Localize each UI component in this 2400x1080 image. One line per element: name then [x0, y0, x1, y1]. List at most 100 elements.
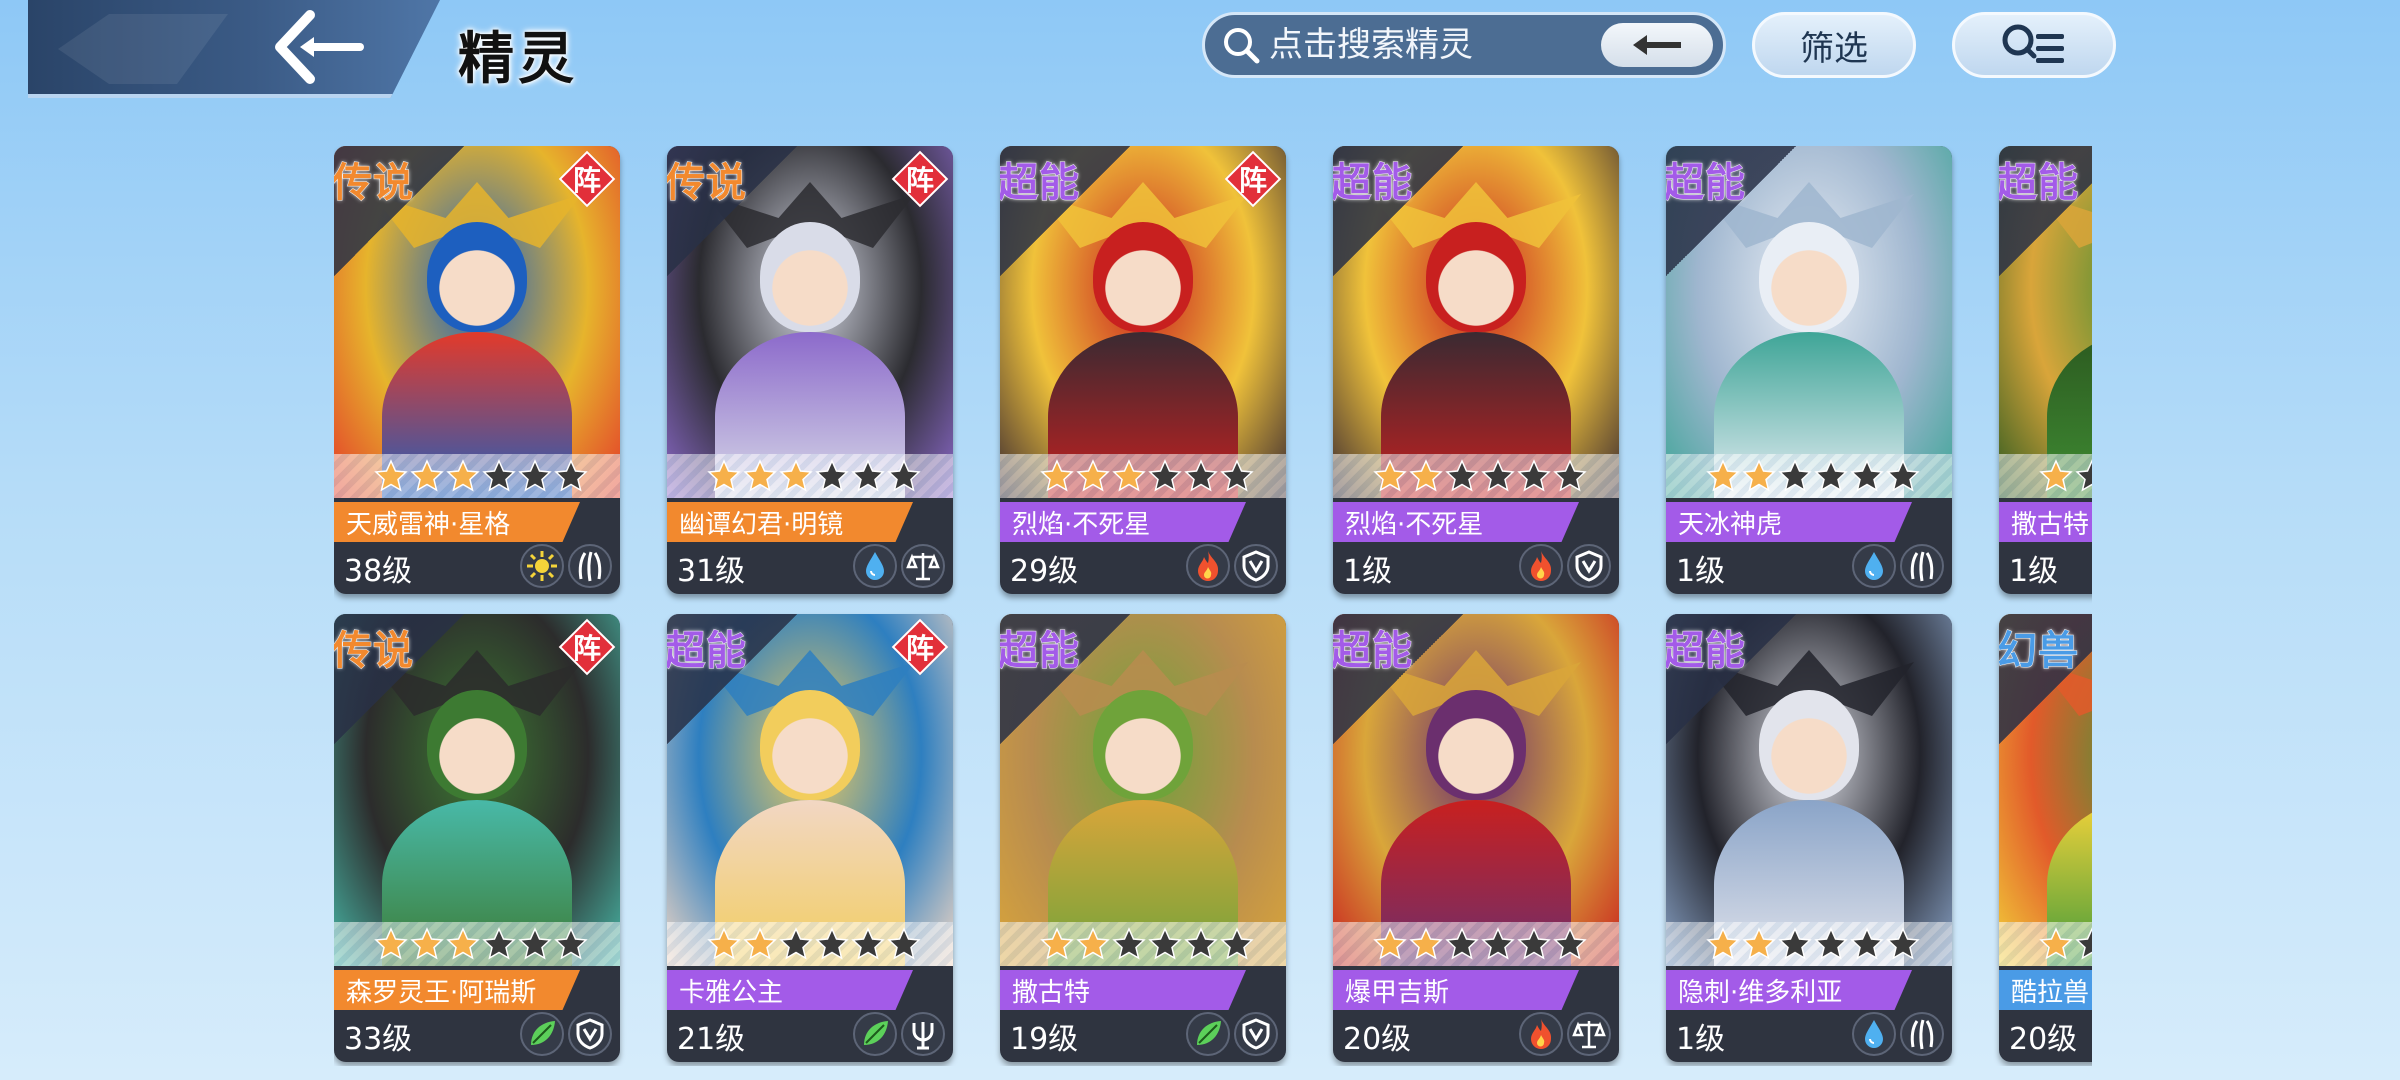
- filter-button[interactable]: 筛选: [1752, 12, 1916, 78]
- star-rating: [1999, 454, 2092, 498]
- water-icon: [1852, 1012, 1896, 1056]
- formation-badge: 阵: [558, 150, 616, 208]
- claw-icon: [1900, 1012, 1944, 1056]
- spirit-card[interactable]: 传说 阵 天威雷神·星格 38级: [334, 146, 620, 594]
- claw-icon: [568, 544, 612, 588]
- shield-icon: [1234, 1012, 1278, 1056]
- spirit-name: 天冰神虎: [1666, 502, 1912, 542]
- spirit-name: 撒古特: [1000, 970, 1246, 1010]
- spirit-card[interactable]: 超能 隐刺·维多利亚 1级: [1666, 614, 1952, 1062]
- search-list-icon: [2002, 24, 2064, 63]
- spirit-card[interactable]: 超能 烈焰·不死星 1级: [1333, 146, 1619, 594]
- rarity-label: 超能: [667, 628, 747, 675]
- rarity-label: 超能: [1000, 628, 1080, 675]
- spirit-card-grid: 传说 阵 天威雷神·星格 38级 传说 阵 幽谭幻君·明镜 31级 超能 阵 烈…: [334, 146, 2092, 1066]
- spirit-portrait: 超能 阵: [1000, 146, 1286, 498]
- formation-badge: 阵: [891, 150, 949, 208]
- spirit-level: 1级: [1676, 1022, 1726, 1057]
- spirit-portrait: 超能: [1666, 146, 1952, 498]
- spirit-name: 撒古特: [1999, 502, 2092, 542]
- fire-icon: [1186, 544, 1230, 588]
- search-box[interactable]: [1202, 12, 1726, 78]
- formation-badge: 阵: [1224, 150, 1282, 208]
- spirit-name: 卡雅公主: [667, 970, 913, 1010]
- rarity-label: 传说: [334, 160, 414, 207]
- rarity-label: 超能: [1999, 160, 2079, 207]
- trident-icon: [901, 1012, 945, 1056]
- left-arrow-icon: [1633, 35, 1681, 55]
- formation-badge: 阵: [891, 618, 949, 676]
- spirit-portrait: 超能: [1666, 614, 1952, 966]
- spirit-card[interactable]: 传说 阵 森罗灵王·阿瑞斯 33级: [334, 614, 620, 1062]
- claw-icon: [1900, 544, 1944, 588]
- spirit-card[interactable]: 传说 阵 幽谭幻君·明镜 31级: [667, 146, 953, 594]
- star-rating: [1000, 922, 1286, 966]
- rarity-label: 超能: [1000, 160, 1080, 207]
- rarity-label: 超能: [1333, 160, 1413, 207]
- spirit-level: 1级: [1676, 554, 1726, 589]
- spirit-name: 天威雷神·星格: [334, 502, 580, 542]
- star-rating: [667, 922, 953, 966]
- star-rating: [1999, 922, 2092, 966]
- spirit-card[interactable]: 幻兽 酷拉兽 20级: [1999, 614, 2092, 1062]
- rarity-label: 传说: [334, 628, 414, 675]
- spirit-portrait: 传说 阵: [667, 146, 953, 498]
- leaf-icon: [520, 1012, 564, 1056]
- spirit-card[interactable]: 超能 撒古特 1级: [1999, 146, 2092, 594]
- star-rating: [1333, 922, 1619, 966]
- spirit-card[interactable]: 超能 爆甲吉斯 20级: [1333, 614, 1619, 1062]
- search-backspace-button[interactable]: [1601, 23, 1713, 67]
- spirit-card[interactable]: 超能 撒古特 19级: [1000, 614, 1286, 1062]
- spirit-name: 烈焰·不死星: [1000, 502, 1246, 542]
- spirit-name: 森罗灵王·阿瑞斯: [334, 970, 580, 1010]
- spirit-level: 20级: [1343, 1022, 1412, 1057]
- spirit-portrait: 超能: [1333, 146, 1619, 498]
- spirit-level: 19级: [1010, 1022, 1079, 1057]
- star-rating: [1666, 922, 1952, 966]
- search-input[interactable]: [1267, 24, 1591, 66]
- star-rating: [667, 454, 953, 498]
- spirit-name: 酷拉兽: [1999, 970, 2092, 1010]
- spirit-portrait: 超能 阵: [667, 614, 953, 966]
- fire-icon: [1519, 544, 1563, 588]
- spirit-level: 31级: [677, 554, 746, 589]
- back-arrow-icon: [275, 10, 364, 84]
- spirit-name: 隐刺·维多利亚: [1666, 970, 1912, 1010]
- leaf-icon: [853, 1012, 897, 1056]
- spirit-card[interactable]: 超能 天冰神虎 1级: [1666, 146, 1952, 594]
- spirit-card[interactable]: 超能 阵 卡雅公主 21级: [667, 614, 953, 1062]
- balance-icon: [1567, 1012, 1611, 1056]
- star-rating: [1666, 454, 1952, 498]
- star-rating: [1000, 454, 1286, 498]
- spirit-portrait: 传说 阵: [334, 146, 620, 498]
- shield-icon: [568, 1012, 612, 1056]
- spirit-level: 20级: [2009, 1022, 2078, 1057]
- sort-list-button[interactable]: [1952, 12, 2116, 78]
- star-rating: [334, 922, 620, 966]
- spirit-level: 1级: [1343, 554, 1393, 589]
- spirit-level: 21级: [677, 1022, 746, 1057]
- light-icon: [520, 544, 564, 588]
- spirit-level: 33级: [344, 1022, 413, 1057]
- star-rating: [1333, 454, 1619, 498]
- spirit-card[interactable]: 超能 阵 烈焰·不死星 29级: [1000, 146, 1286, 594]
- leaf-icon: [1186, 1012, 1230, 1056]
- spirit-portrait: 超能: [1333, 614, 1619, 966]
- spirit-level: 1级: [2009, 554, 2059, 589]
- fire-icon: [1519, 1012, 1563, 1056]
- spirit-level: 29级: [1010, 554, 1079, 589]
- rarity-label: 超能: [1333, 628, 1413, 675]
- spirit-level: 38级: [344, 554, 413, 589]
- spirit-name: 幽谭幻君·明镜: [667, 502, 913, 542]
- rarity-label: 幻兽: [1999, 628, 2079, 675]
- shield-icon: [1567, 544, 1611, 588]
- back-button[interactable]: [270, 6, 370, 88]
- rarity-label: 超能: [1666, 160, 1746, 207]
- water-icon: [853, 544, 897, 588]
- spirit-portrait: 超能: [1999, 146, 2092, 498]
- water-icon: [1852, 544, 1896, 588]
- rarity-label: 传说: [667, 160, 747, 207]
- page-title: 精灵: [458, 27, 578, 92]
- spirit-name: 烈焰·不死星: [1333, 502, 1579, 542]
- spirit-portrait: 超能: [1000, 614, 1286, 966]
